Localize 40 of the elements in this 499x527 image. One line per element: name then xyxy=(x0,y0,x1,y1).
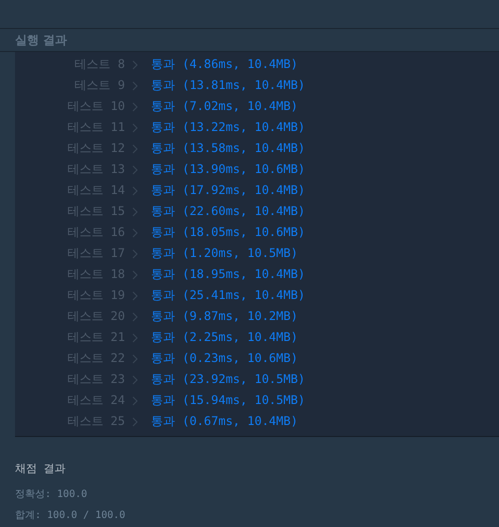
chevron-icon xyxy=(130,374,140,384)
chevron-icon xyxy=(130,186,140,196)
test-result: 통과 (18.95ms, 10.4MB) xyxy=(151,266,306,283)
test-result: 통과 (7.02ms, 10.4MB) xyxy=(151,98,298,115)
test-result: 통과 (4.86ms, 10.4MB) xyxy=(151,56,298,73)
chevron-icon xyxy=(130,144,140,154)
test-result: 통과 (13.90ms, 10.6MB) xyxy=(151,161,306,178)
test-result: 통과 (23.92ms, 10.5MB) xyxy=(151,371,306,388)
chevron-icon xyxy=(130,312,140,322)
test-result: 통과 (13.22ms, 10.4MB) xyxy=(151,119,306,136)
chevron-icon xyxy=(130,164,140,174)
test-result: 통과 (9.87ms, 10.2MB) xyxy=(151,308,298,325)
chevron-icon xyxy=(130,80,140,90)
grading-line: 정확성: 100.0 xyxy=(15,488,88,501)
chevron-icon xyxy=(130,290,140,300)
chevron-icon xyxy=(130,354,140,364)
chevron-icon xyxy=(130,206,140,216)
test-result: 통과 (18.05ms, 10.6MB) xyxy=(151,224,306,241)
test-result: 통과 (0.67ms, 10.4MB) xyxy=(151,413,298,430)
chevron-icon xyxy=(130,248,140,258)
chevron-icon xyxy=(130,270,140,280)
test-result: 통과 (17.92ms, 10.4MB) xyxy=(151,182,306,199)
test-result: 통과 (13.81ms, 10.4MB) xyxy=(151,77,306,94)
chevron-icon xyxy=(130,396,140,406)
chevron-icon xyxy=(130,102,140,112)
test-result: 통과 (2.25ms, 10.4MB) xyxy=(151,329,298,346)
test-result: 통과 (25.41ms, 10.4MB) xyxy=(151,287,306,304)
chevron-icon xyxy=(130,332,140,342)
test-result: 통과 (22.60ms, 10.4MB) xyxy=(151,203,306,220)
chevron-icon xyxy=(130,60,140,70)
test-result: 통과 (15.94ms, 10.5MB) xyxy=(151,392,306,409)
chevron-icon xyxy=(130,122,140,132)
test-result: 통과 (0.23ms, 10.6MB) xyxy=(151,350,298,367)
chevron-icon xyxy=(130,416,140,426)
grading-line: 합계: 100.0 / 100.0 xyxy=(15,509,126,522)
test-result: 통과 (13.58ms, 10.4MB) xyxy=(151,140,306,157)
grading-title: 채점 결과 xyxy=(15,461,67,476)
test-result: 통과 (1.20ms, 10.5MB) xyxy=(151,245,298,262)
chevron-icon xyxy=(130,228,140,238)
section-title: 실행 결과 xyxy=(15,32,68,48)
